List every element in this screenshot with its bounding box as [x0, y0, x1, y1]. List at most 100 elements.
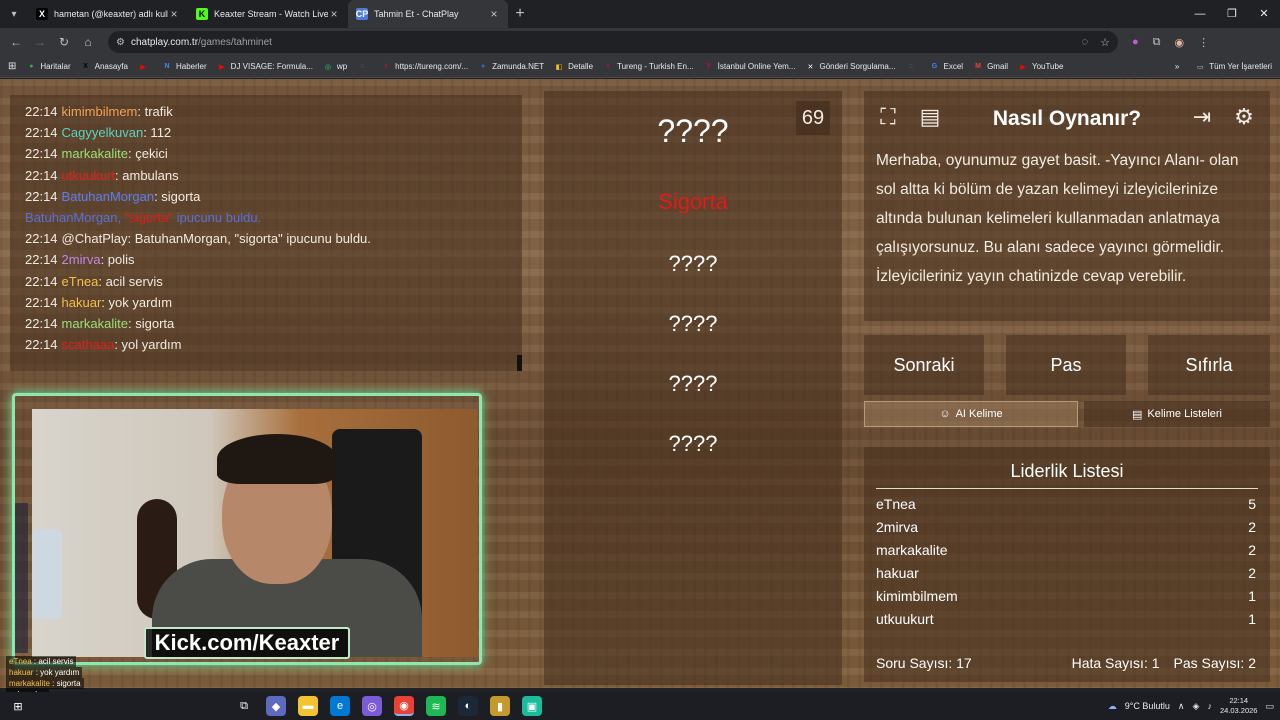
bookmark-item[interactable]: ● Haritalar [26, 62, 70, 72]
browser-tab[interactable]: Xhametan (@keaxter) adlı kullan × [28, 0, 188, 28]
chat-text: : ambulans [115, 167, 179, 183]
bookmark-item[interactable]: ◎ wp [323, 62, 347, 72]
weather-text[interactable]: 9°C Bulutlu [1125, 701, 1170, 711]
bookmark-item[interactable]: ▶ [138, 62, 152, 72]
chat-username[interactable]: scathaaa [62, 337, 115, 352]
extension-icon[interactable]: ● [1132, 36, 1139, 49]
new-tab-button[interactable]: + [508, 5, 532, 23]
minimize-icon[interactable]: — [1184, 0, 1216, 28]
chat-username[interactable]: utkuukurt [62, 168, 115, 183]
player-name: markakalite [876, 542, 948, 558]
chat-username[interactable]: eTnea [62, 274, 99, 289]
extensions-icon[interactable]: ⧉ [1153, 36, 1161, 49]
bookmark-favicon-icon: Y [706, 63, 711, 70]
bookmark-item[interactable]: G Excel [930, 62, 964, 72]
chat-username[interactable]: hakuar [62, 295, 102, 310]
tray-overflow-icon[interactable]: ∧ [1178, 701, 1185, 712]
webcam-frame [12, 393, 482, 665]
browser-tab[interactable]: CP Tahmin Et - ChatPlay × [348, 0, 508, 28]
bookmark-item[interactable]: ◌ [906, 62, 920, 72]
bookmark-item[interactable]: ● Zamunda.NET [478, 62, 544, 72]
ai-word-button[interactable]: ☺ AI Kelime [864, 401, 1078, 427]
eye-off-icon[interactable]: ◌ [1082, 36, 1089, 49]
logout-icon[interactable]: ⇥ [1186, 101, 1218, 133]
bookmark-item[interactable]: N Haberler [162, 62, 206, 72]
bookmark-label: Zamunda.NET [492, 62, 545, 71]
chat-username[interactable]: Cagyyelkuvan [62, 125, 144, 140]
menu-icon[interactable]: ⋮ [1198, 36, 1209, 49]
close-tab-icon[interactable]: × [488, 7, 500, 21]
steam-icon[interactable]: ◐ [458, 696, 478, 716]
bookmark-label: Excel [943, 62, 964, 71]
bookmark-item[interactable]: M Gmail [973, 62, 1008, 72]
bookmark-item[interactable]: t Tureng - Turkish En... [603, 62, 694, 72]
start-icon[interactable]: ⊞ [8, 696, 28, 716]
maximize-icon[interactable]: ❐ [1216, 0, 1248, 28]
bookmark-item[interactable]: ◧ Detalle [554, 62, 593, 72]
tab-title: hametan (@keaxter) adlı kullan [54, 9, 168, 19]
site-info-icon[interactable]: ⚙ [116, 37, 125, 48]
close-tab-icon[interactable]: × [328, 7, 340, 21]
kick-brand-label: Kick.com/Keaxter [144, 627, 350, 659]
player-name: eTnea [876, 496, 916, 512]
chat-username[interactable]: markakalite [62, 316, 128, 331]
notification-icon[interactable]: ▭ [1265, 701, 1274, 712]
app-icon[interactable]: ▮ [490, 696, 510, 716]
volume-icon[interactable]: ♪ [1207, 701, 1212, 711]
tab-search-button[interactable]: ▾ [0, 0, 28, 28]
clock[interactable]: 22:14 24.03.2026 [1220, 696, 1258, 716]
settings-gear-icon[interactable]: ⚙ [1228, 101, 1260, 133]
chat-username[interactable]: kimimbilmem [62, 104, 138, 119]
chat-time: 22:14 [25, 252, 58, 268]
file-explorer-icon[interactable]: ▬ [298, 696, 318, 716]
bookmark-label: Haritalar [40, 62, 71, 71]
close-window-icon[interactable]: ✕ [1248, 0, 1280, 28]
back-icon[interactable]: ← [4, 35, 28, 49]
chat-username[interactable]: markakalite [62, 146, 128, 161]
close-tab-icon[interactable]: × [168, 7, 180, 21]
bookmark-item[interactable]: X Anasayfa [81, 62, 128, 72]
copilot-icon[interactable]: ◆ [266, 696, 286, 716]
bookmark-label: YouTube [1031, 62, 1064, 71]
next-button[interactable]: Sonraki [864, 335, 984, 395]
spotify-icon[interactable]: ≋ [426, 696, 446, 716]
player-score: 2 [1248, 519, 1256, 535]
pass-button[interactable]: Pas [1006, 335, 1126, 395]
all-bookmarks[interactable]: ▭ Tüm Yer İşaretleri [1195, 62, 1272, 72]
network-icon[interactable]: ◈ [1193, 701, 1200, 712]
profile-avatar[interactable]: ◉ [1175, 36, 1185, 49]
bookmark-item[interactable]: ✕ Gönderi Sorgulama... [805, 62, 896, 72]
more-bookmarks-icon[interactable]: » [1175, 62, 1179, 71]
chat-username[interactable]: 2mirva [62, 252, 101, 267]
chat-scrollbar[interactable] [517, 355, 522, 371]
chat-username[interactable]: @ChatPlay [62, 231, 128, 246]
chat-username[interactable]: BatuhanMorgan [62, 189, 155, 204]
home-icon[interactable]: ⌂ [76, 35, 100, 49]
chat-text: : 112 [143, 125, 172, 141]
bookmark-item[interactable]: t https://tureng.com/... [381, 62, 468, 72]
chat-text: : yok yardım [101, 294, 173, 310]
task-view-icon[interactable]: ⧉ [234, 696, 254, 716]
edge-icon[interactable]: e [330, 696, 350, 716]
address-bar[interactable]: ⚙ chatplay.com.tr/games/tahminet ◌ ☆ [108, 31, 1118, 53]
browser-toolbar: ← → ↻ ⌂ ⚙ chatplay.com.tr/games/tahminet… [0, 28, 1280, 56]
word-lists-button[interactable]: ▤ Kelime Listeleri [1084, 401, 1270, 427]
bookmark-star-icon[interactable]: ☆ [1100, 36, 1110, 49]
app-icon[interactable]: ▣ [522, 696, 542, 716]
chrome-icon[interactable]: ◉ [394, 696, 414, 716]
bookmark-item[interactable]: ▶ DJ VISAGE: Formula... [217, 62, 313, 72]
forward-icon[interactable]: → [28, 35, 52, 49]
bookmark-item[interactable]: ▶ YouTube [1018, 62, 1063, 72]
bookmark-favicon-icon: ◌ [360, 63, 365, 70]
discord-icon[interactable]: ◎ [362, 696, 382, 716]
bookmark-item[interactable]: Y İstanbul Online Yem... [704, 62, 795, 72]
reload-icon[interactable]: ↻ [52, 35, 76, 49]
player-name: hakuar [876, 565, 919, 581]
bookmark-favicon-icon: ◌ [908, 63, 913, 70]
bookmark-favicon-icon: ● [480, 63, 486, 70]
player-score: 2 [1248, 542, 1256, 558]
browser-tab[interactable]: K Keaxter Stream - Watch Live on× [188, 0, 348, 28]
reset-button[interactable]: Sıfırla [1148, 335, 1270, 395]
bookmark-item[interactable]: ◌ [357, 62, 371, 72]
apps-grid-icon[interactable]: ⊞ [8, 61, 16, 72]
